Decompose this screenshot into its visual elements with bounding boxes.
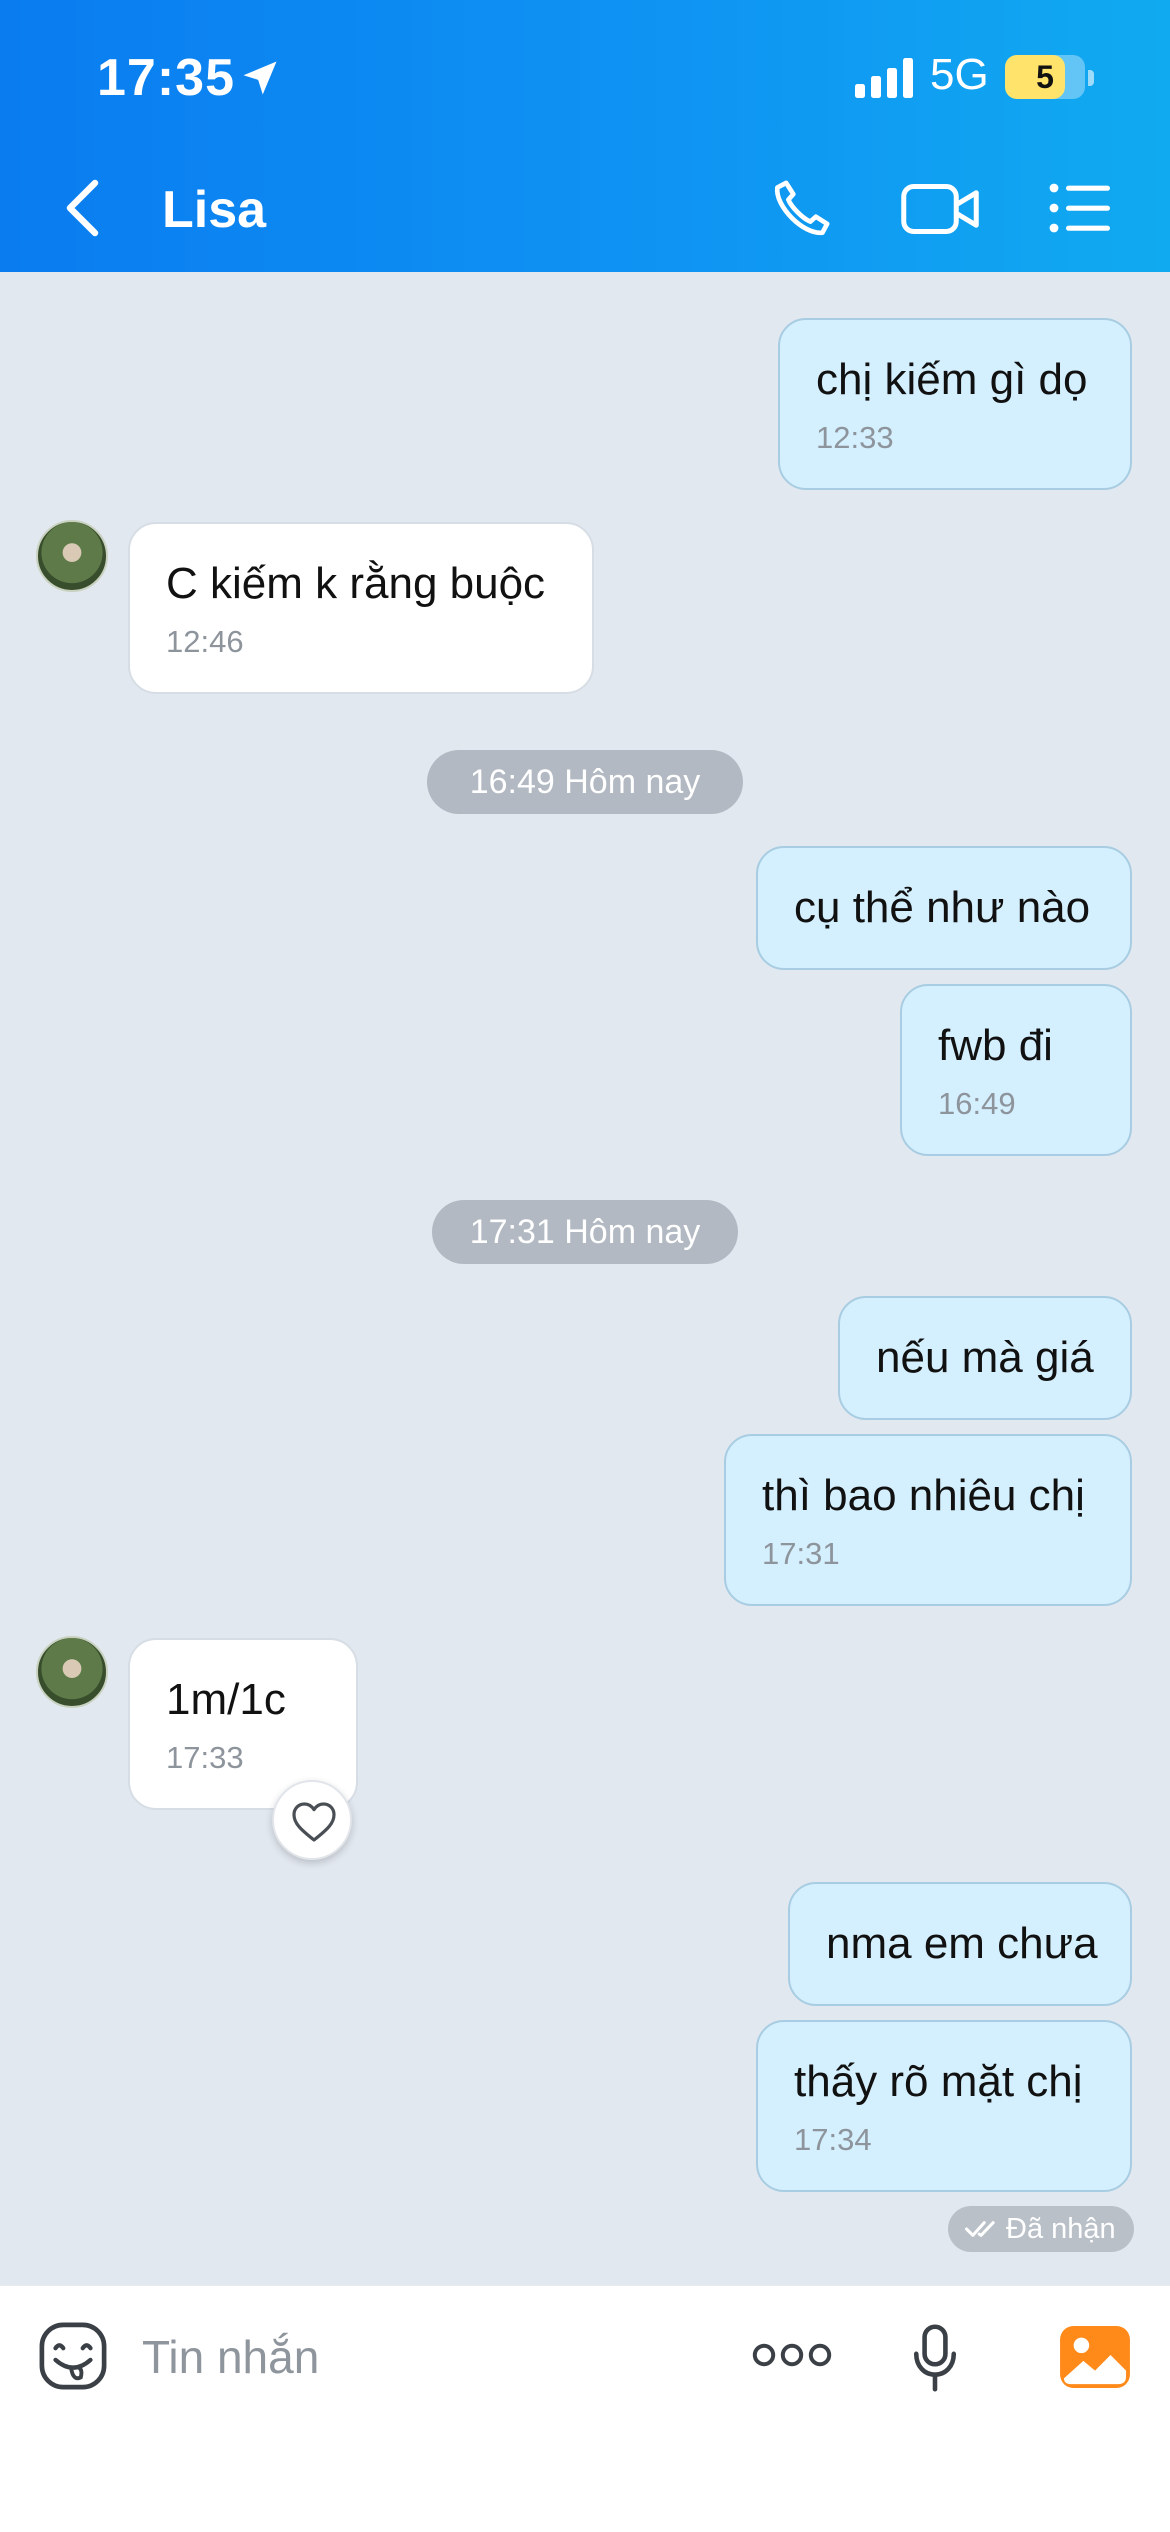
sticker-emoji-icon[interactable] — [38, 2321, 108, 2391]
react-heart-button[interactable] — [272, 1780, 352, 1860]
message-time: 17:33 — [166, 1740, 244, 1775]
message-time: 17:31 — [762, 1536, 840, 1571]
message-time: 17:34 — [794, 2122, 872, 2157]
message-text: 1m/1c — [166, 1675, 286, 1724]
phone-call-icon[interactable] — [768, 176, 834, 242]
message-bubble-outgoing[interactable]: nếu mà giá — [838, 1296, 1132, 1420]
message-bubble-outgoing[interactable]: thấy rõ mặt chị 17:34 — [756, 2020, 1132, 2192]
time-separator: 17:31 Hôm nay — [432, 1200, 738, 1264]
signal-icon — [855, 58, 913, 98]
message-text: nma em chưa — [826, 1919, 1098, 1968]
battery-level: 5 — [1036, 59, 1054, 95]
message-bubble-outgoing[interactable]: fwb đi 16:49 — [900, 984, 1132, 1156]
contact-name[interactable]: Lisa — [162, 180, 266, 240]
message-text: chị kiếm gì dọ — [816, 355, 1088, 404]
double-check-icon — [965, 2221, 995, 2237]
message-bubble-incoming[interactable]: C kiếm k rằng buộc 12:46 — [128, 522, 594, 694]
contact-avatar[interactable] — [36, 520, 108, 592]
menu-list-icon[interactable] — [1048, 178, 1112, 238]
message-input[interactable] — [142, 2324, 702, 2390]
message-bubble-outgoing[interactable]: chị kiếm gì dọ 12:33 — [778, 318, 1132, 490]
network-label: 5G — [930, 50, 989, 99]
microphone-icon[interactable] — [910, 2322, 960, 2394]
delivery-status-badge: Đã nhận — [948, 2206, 1134, 2252]
chat-header: 17:35 5G 5 Lisa — [0, 0, 1170, 272]
message-list[interactable]: chị kiếm gì dọ 12:33 C kiếm k rằng buộc … — [0, 272, 1170, 2284]
contact-avatar[interactable] — [36, 1636, 108, 1708]
back-icon[interactable] — [60, 178, 110, 238]
message-text: thấy rõ mặt chị — [794, 2057, 1083, 2106]
message-time: 12:46 — [166, 624, 244, 659]
gallery-image-icon[interactable] — [1058, 2324, 1132, 2390]
location-arrow-icon — [243, 61, 277, 95]
message-text: thì bao nhiêu chị — [762, 1471, 1085, 1520]
time-separator: 16:49 Hôm nay — [427, 750, 743, 814]
video-call-icon[interactable] — [900, 180, 980, 238]
message-text: C kiếm k rằng buộc — [166, 559, 546, 608]
more-options-icon[interactable] — [752, 2340, 832, 2370]
message-text: nếu mà giá — [876, 1333, 1094, 1382]
message-bubble-outgoing[interactable]: cụ thể như nào — [756, 846, 1132, 970]
heart-icon — [292, 1802, 336, 1842]
status-time: 17:35 — [97, 49, 235, 107]
message-text: fwb đi — [938, 1021, 1053, 1070]
message-time: 16:49 — [938, 1086, 1016, 1121]
message-bubble-outgoing[interactable]: thì bao nhiêu chị 17:31 — [724, 1434, 1132, 1606]
message-composer — [0, 2284, 1170, 2532]
message-time: 12:33 — [816, 420, 894, 455]
delivery-status-text: Đã nhận — [1006, 2213, 1116, 2245]
message-bubble-outgoing[interactable]: nma em chưa — [788, 1882, 1132, 2006]
message-text: cụ thể như nào — [794, 883, 1091, 932]
battery-icon: 5 — [1005, 55, 1085, 99]
